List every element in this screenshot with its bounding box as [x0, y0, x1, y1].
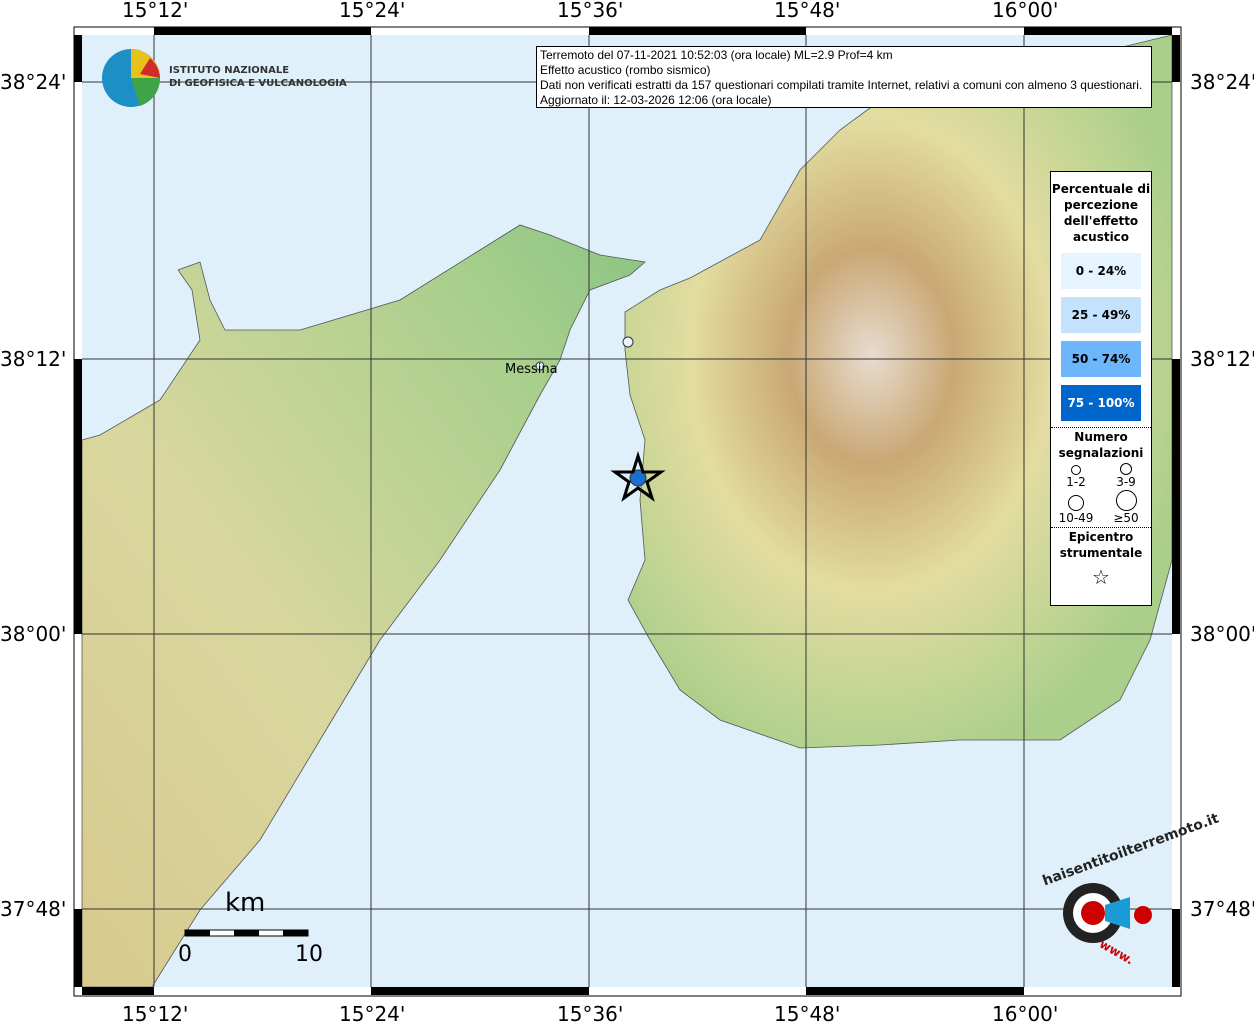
event-info-box: Terremoto del 07-11-2021 10:52:03 (ora l…: [536, 46, 1152, 108]
scale-unit: km: [225, 888, 266, 918]
lat-tick-right: 38°24': [1190, 70, 1254, 94]
legend-class-2: 50 - 74%: [1061, 341, 1141, 377]
lon-tick-bottom: 15°24': [339, 1002, 406, 1026]
lat-tick-left: 37°48': [0, 897, 67, 921]
count-title: Numero segnalazioni: [1058, 430, 1144, 460]
legend: Percentuale di percezione dell'effetto a…: [1050, 171, 1152, 606]
size-circle-icon: [1068, 495, 1084, 511]
scale-start: 0: [178, 942, 192, 967]
lon-tick-top: 15°24': [339, 0, 406, 22]
count-label: 1-2: [1066, 474, 1086, 489]
lat-tick-right: 37°48': [1190, 897, 1254, 921]
logo-line: DI GEOFISICA E VULCANOLOGIA: [169, 78, 347, 89]
updated-at: Aggiornato il: 12-03-2026 12:06 (ora loc…: [540, 93, 772, 107]
intensity-point[interactable]: [622, 336, 634, 348]
place-label-messina: Messina: [505, 362, 558, 377]
legend-class-3: 75 - 100%: [1061, 385, 1141, 421]
lon-tick-top: 16°00': [992, 0, 1059, 22]
legend-class-0: 0 - 24%: [1061, 253, 1141, 289]
legend-title: Percentuale di percezione dell'effetto a…: [1051, 182, 1151, 244]
ingv-logo-icon: [102, 49, 161, 107]
count-label: 3-9: [1116, 474, 1136, 489]
logo-line: ISTITUTO NAZIONALE: [169, 65, 290, 76]
lat-tick-right: 38°12': [1190, 347, 1254, 371]
scale-end: 10: [295, 942, 323, 967]
count-label: ≥50: [1113, 511, 1139, 525]
lat-tick-left: 38°00': [0, 622, 67, 646]
data-note: Dati non verificati estratti da 157 ques…: [540, 78, 1143, 92]
lon-tick-bottom: 15°12': [122, 1002, 189, 1026]
event-title: Terremoto del 07-11-2021 10:52:03 (ora l…: [540, 48, 893, 62]
star-icon: ☆: [1092, 565, 1110, 589]
lon-tick-top: 15°12': [122, 0, 189, 22]
lon-tick-bottom: 15°36': [557, 1002, 624, 1026]
lat-tick-right: 38°00': [1190, 622, 1254, 646]
size-circle-icon: [1071, 464, 1081, 475]
lon-tick-bottom: 15°48': [774, 1002, 841, 1026]
scale-bar: [184, 929, 309, 937]
effect-type: Effetto acustico (rombo sismico): [540, 63, 711, 77]
size-circle-icon: [1115, 490, 1137, 511]
size-circle-icon: [1120, 462, 1132, 475]
count-label: 10-49: [1058, 511, 1094, 525]
epicenter-title: Epicentro strumentale: [1059, 530, 1143, 560]
lon-tick-bottom: 16°00': [992, 1002, 1059, 1026]
legend-class-1: 25 - 49%: [1061, 297, 1141, 333]
lat-tick-left: 38°12': [0, 347, 67, 371]
ingv-logo-text: ISTITUTO NAZIONALE DI GEOFISICA E VULCANO…: [169, 64, 347, 90]
lat-tick-left: 38°24': [0, 70, 67, 94]
lon-tick-top: 15°48': [774, 0, 841, 22]
lon-tick-top: 15°36': [557, 0, 624, 22]
